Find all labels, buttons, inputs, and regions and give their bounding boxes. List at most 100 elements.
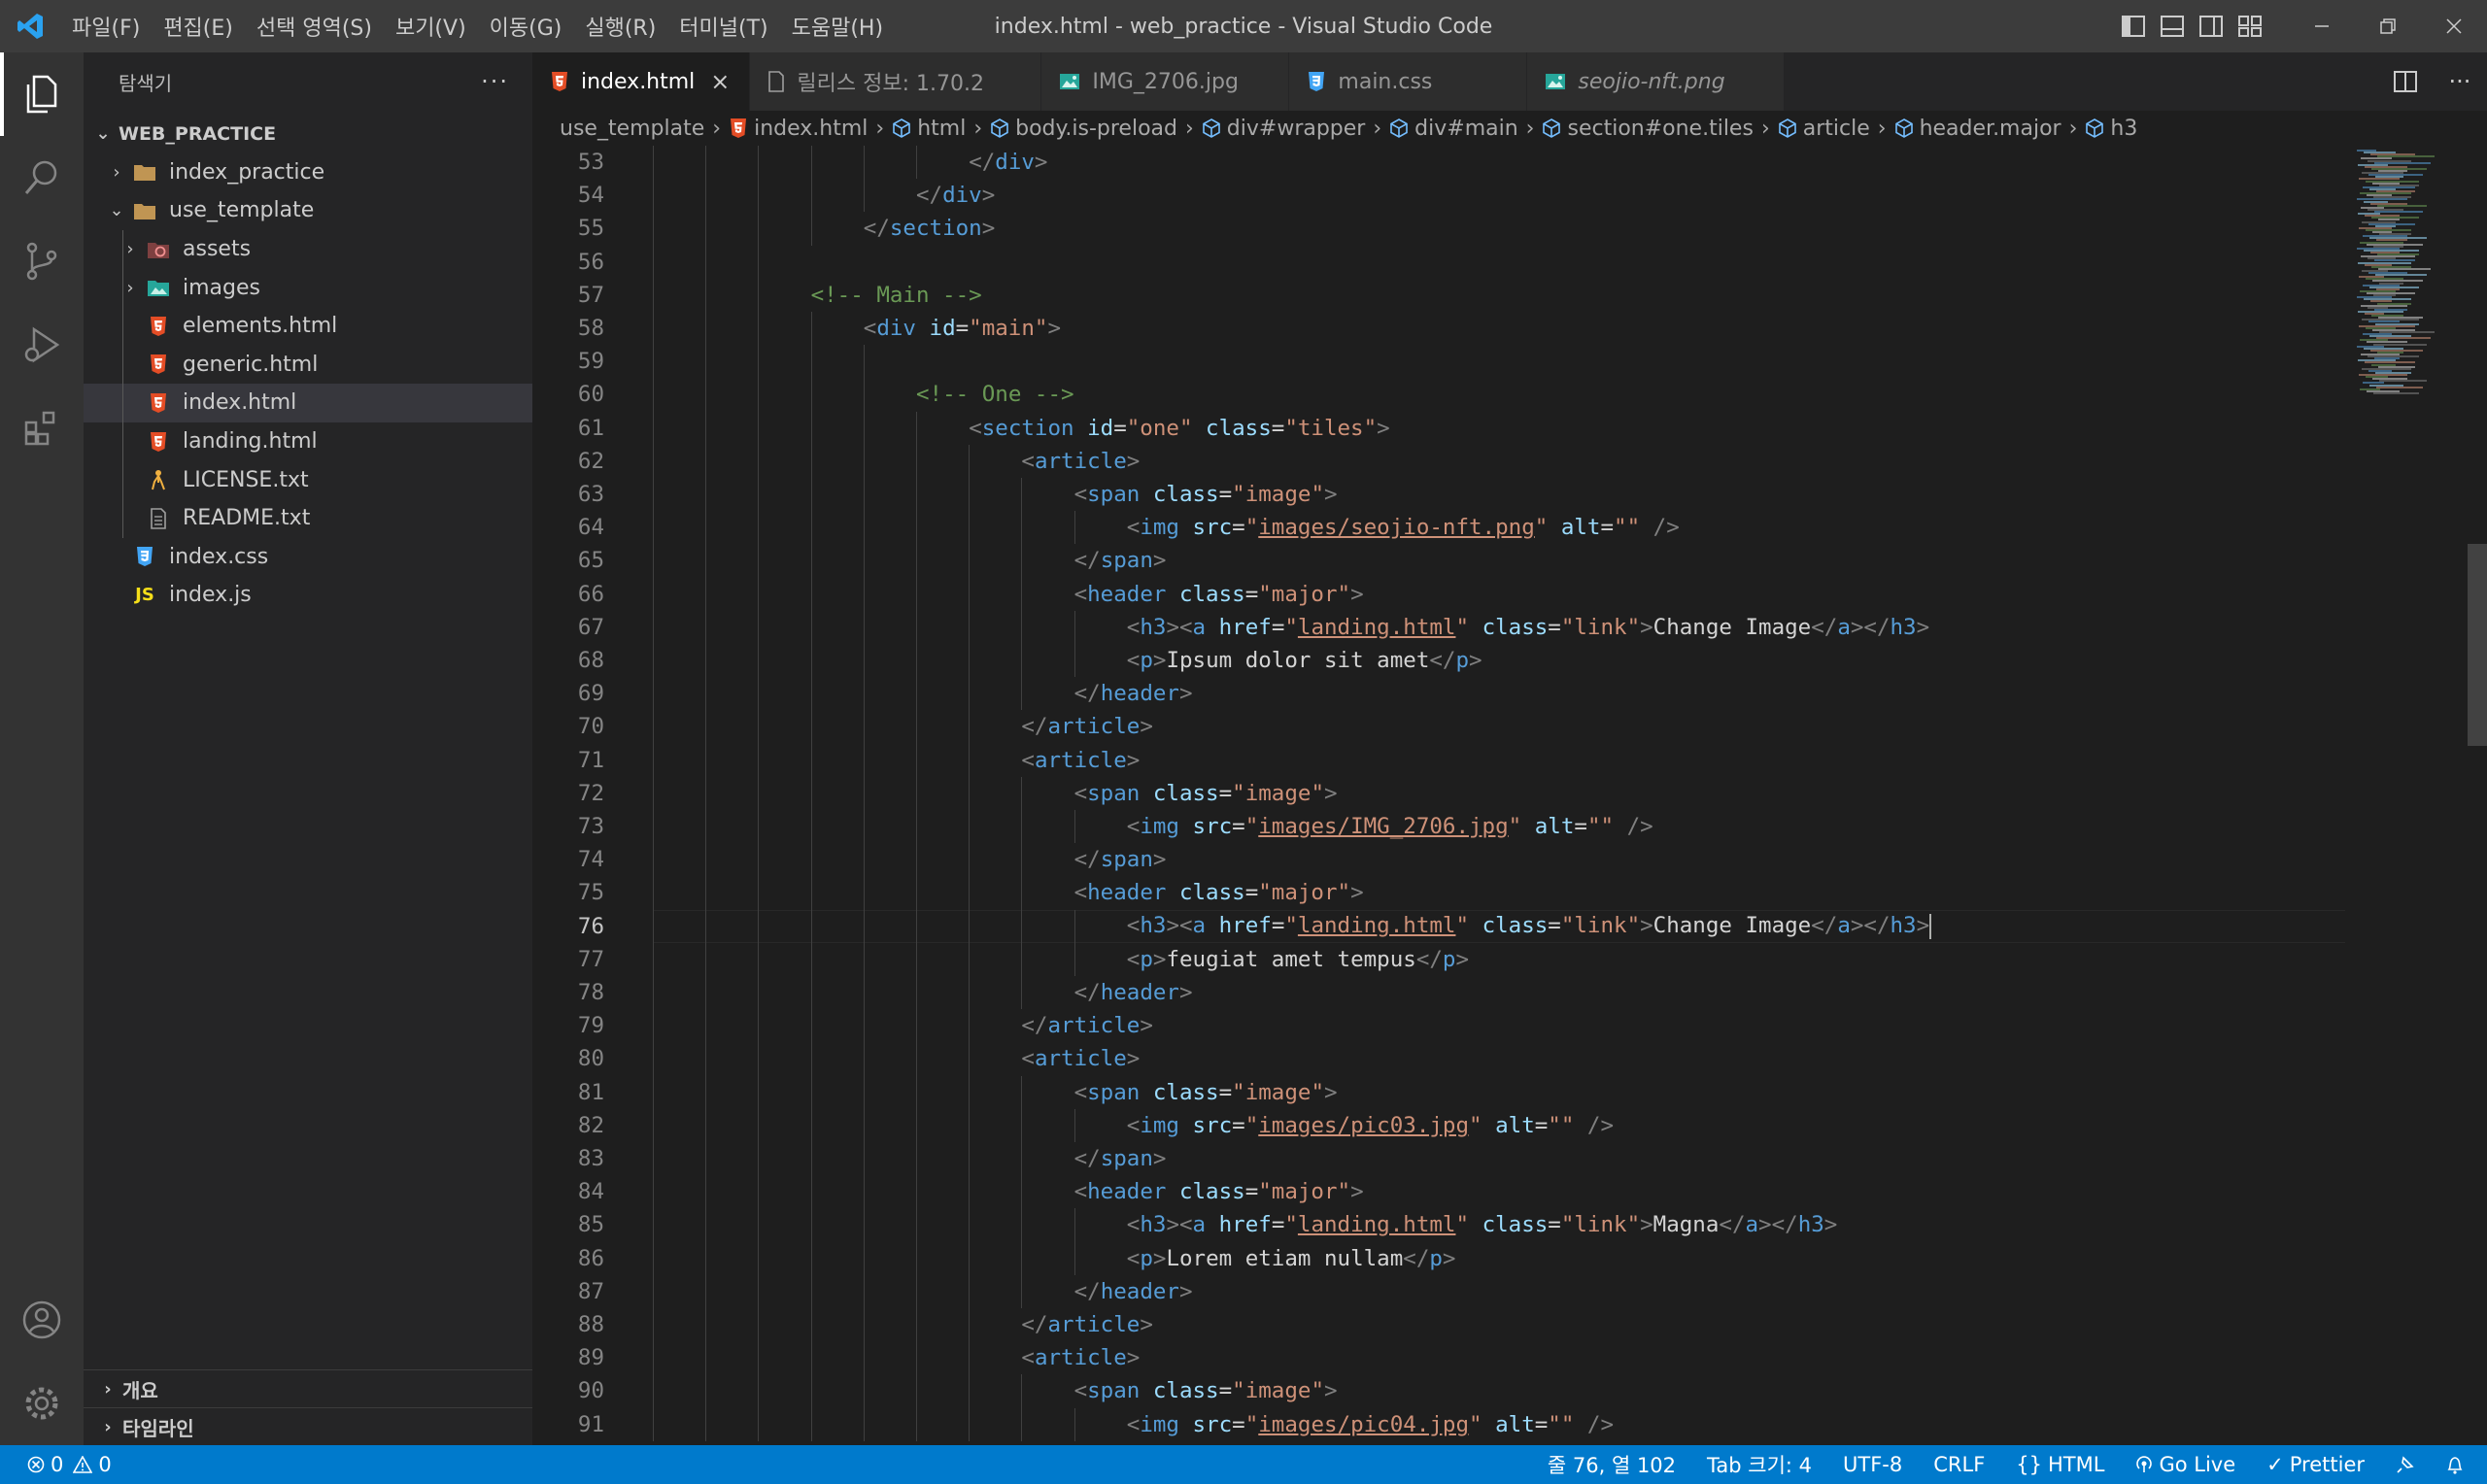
breadcrumb-item[interactable]: body.is-preload (1015, 117, 1177, 141)
code-line[interactable]: 86 <p>Lorem etiam nullam</p> (532, 1241, 2349, 1275)
breadcrumb-item[interactable]: header.major (1920, 117, 2061, 141)
source-control-icon[interactable] (0, 219, 84, 303)
code-line[interactable]: 65 </span> (532, 544, 2349, 578)
breadcrumb-item[interactable]: div#wrapper (1227, 117, 1366, 141)
breadcrumb-item[interactable]: use_template (560, 117, 704, 141)
settings-gear-icon[interactable] (0, 1362, 84, 1445)
breadcrumb-item[interactable]: div#main (1414, 117, 1518, 141)
code-line[interactable]: 59 (532, 345, 2349, 379)
tree-item-elements-html[interactable]: elements.html (84, 306, 532, 346)
breadcrumb-item[interactable]: html (917, 117, 966, 141)
code-line[interactable]: 53 </div> (532, 146, 2349, 180)
close-tab-icon[interactable]: × (710, 68, 730, 95)
more-actions-icon[interactable]: ··· (481, 68, 509, 95)
end-of-line[interactable]: CRLF (1918, 1445, 2000, 1484)
tree-item-landing-html[interactable]: landing.html (84, 422, 532, 461)
tab-size[interactable]: Tab 크기: 4 (1691, 1445, 1827, 1484)
code-line[interactable]: 85 <h3><a href="landing.html" class="link… (532, 1208, 2349, 1242)
minimap[interactable] (2349, 146, 2487, 1445)
code-line[interactable]: 78 </header> (532, 976, 2349, 1010)
tree-item-index-practice[interactable]: › index_practice (84, 153, 532, 192)
code-line[interactable]: 73 <img src="images/IMG_2706.jpg" alt="" … (532, 810, 2349, 844)
notifications-bell-icon[interactable] (2431, 1445, 2487, 1484)
toggle-primary-sidebar-icon[interactable] (2114, 0, 2153, 52)
tab-seojio-nft-png[interactable]: seojio-nft.png (1527, 52, 1786, 111)
code-line[interactable]: 67 <h3><a href="landing.html" class="link… (532, 610, 2349, 644)
menu-item[interactable]: 도움말(H) (780, 11, 895, 42)
outline-panel[interactable]: › 개요 (84, 1369, 532, 1407)
code-line[interactable]: 69 </header> (532, 677, 2349, 711)
menu-item[interactable]: 파일(F) (60, 11, 152, 42)
run-debug-icon[interactable] (0, 303, 84, 387)
code-line[interactable]: 63 <span class="image"> (532, 478, 2349, 512)
code-line[interactable]: 72 <span class="image"> (532, 776, 2349, 810)
code-line[interactable]: 84 <header class="major"> (532, 1175, 2349, 1209)
code-line[interactable]: 75 <header class="major"> (532, 876, 2349, 910)
code-line[interactable]: 79 </article> (532, 1009, 2349, 1043)
breadcrumb-item[interactable]: index.html (754, 117, 868, 141)
menu-item[interactable]: 선택 영역(S) (245, 11, 384, 42)
code-line[interactable]: 56 (532, 245, 2349, 279)
menu-item[interactable]: 이동(G) (478, 11, 574, 42)
code-line[interactable]: 77 <p>feugiat amet tempus</p> (532, 942, 2349, 976)
search-icon[interactable] (0, 136, 84, 219)
code-line[interactable]: 57 <!-- Main --> (532, 278, 2349, 312)
code-line[interactable]: 71 <article> (532, 743, 2349, 777)
code-line[interactable]: 81 <span class="image"> (532, 1075, 2349, 1109)
problems-status[interactable]: 0 0 (27, 1445, 127, 1484)
toggle-secondary-sidebar-icon[interactable] (2192, 0, 2231, 52)
code-line[interactable]: 58 <div id="main"> (532, 312, 2349, 346)
tree-item-assets[interactable]: › assets (84, 229, 532, 269)
workspace-root[interactable]: ⌄ WEB_PRACTICE (84, 115, 532, 153)
tree-item-index-js[interactable]: JS index.js (84, 576, 532, 615)
code-line[interactable]: 82 <img src="images/pic03.jpg" alt="" /> (532, 1108, 2349, 1142)
extensions-icon[interactable] (0, 387, 84, 470)
prettier-status[interactable]: ✓ Prettier (2251, 1445, 2380, 1484)
breadcrumb-item[interactable]: section#one.tiles (1567, 117, 1753, 141)
code-line[interactable]: 55 </section> (532, 212, 2349, 246)
go-live-button[interactable]: Go Live (2120, 1445, 2251, 1484)
breadcrumb-item[interactable]: h3 (2110, 117, 2137, 141)
split-editor-icon[interactable] (2378, 55, 2433, 108)
menu-item[interactable]: 보기(V) (384, 11, 478, 42)
toggle-panel-icon[interactable] (2153, 0, 2192, 52)
accounts-icon[interactable] (0, 1278, 84, 1362)
code-line[interactable]: 62 <article> (532, 444, 2349, 478)
tab--1-70-2[interactable]: 릴리스 정보: 1.70.2 (750, 52, 1042, 111)
code-line[interactable]: 66 <header class="major"> (532, 577, 2349, 611)
feedback-icon[interactable] (2380, 1445, 2431, 1484)
tab-index-html[interactable]: index.html × (532, 52, 751, 111)
more-actions-icon[interactable]: ··· (2433, 55, 2487, 108)
scrollbar-thumb[interactable] (2468, 544, 2487, 746)
breadcrumb-item[interactable]: article (1803, 117, 1870, 141)
code-line[interactable]: 91 <img src="images/pic04.jpg" alt="" /> (532, 1407, 2349, 1441)
tree-item-generic-html[interactable]: generic.html (84, 345, 532, 385)
menu-item[interactable]: 실행(R) (573, 11, 667, 42)
minimize-icon[interactable] (2289, 0, 2355, 52)
code-line[interactable]: 89 <article> (532, 1341, 2349, 1375)
encoding[interactable]: UTF-8 (1827, 1445, 1918, 1484)
tree-item-license-txt[interactable]: LICENSE.txt (84, 460, 532, 499)
code-line[interactable]: 74 </span> (532, 843, 2349, 877)
code-line[interactable]: 87 </header> (532, 1274, 2349, 1308)
tab-img-2706-jpg[interactable]: IMG_2706.jpg (1041, 52, 1290, 111)
timeline-panel[interactable]: › 타임라인 (84, 1407, 532, 1445)
code-line[interactable]: 54 </div> (532, 179, 2349, 213)
code-line[interactable]: 76 <h3><a href="landing.html" class="link… (532, 909, 2349, 943)
tree-item-images[interactable]: › images (84, 268, 532, 307)
code-line[interactable]: 68 <p>Ipsum dolor sit amet</p> (532, 644, 2349, 678)
code-line[interactable]: 70 </article> (532, 710, 2349, 744)
code-line[interactable]: 60 <!-- One --> (532, 378, 2349, 412)
customize-layout-icon[interactable] (2231, 0, 2269, 52)
tree-item-use-template[interactable]: ⌄ use_template (84, 191, 532, 230)
menu-item[interactable]: 터미널(T) (667, 11, 779, 42)
tree-item-index-css[interactable]: index.css (84, 538, 532, 577)
tree-item-readme-txt[interactable]: README.txt (84, 498, 532, 538)
code-line[interactable]: 83 </span> (532, 1142, 2349, 1176)
close-window-icon[interactable] (2421, 0, 2487, 52)
language-mode[interactable]: {} HTML (2000, 1445, 2120, 1484)
explorer-icon[interactable] (0, 52, 84, 136)
code-line[interactable]: 80 <article> (532, 1042, 2349, 1076)
code-line[interactable]: 88 </article> (532, 1308, 2349, 1342)
tab-main-css[interactable]: main.css (1289, 52, 1528, 111)
